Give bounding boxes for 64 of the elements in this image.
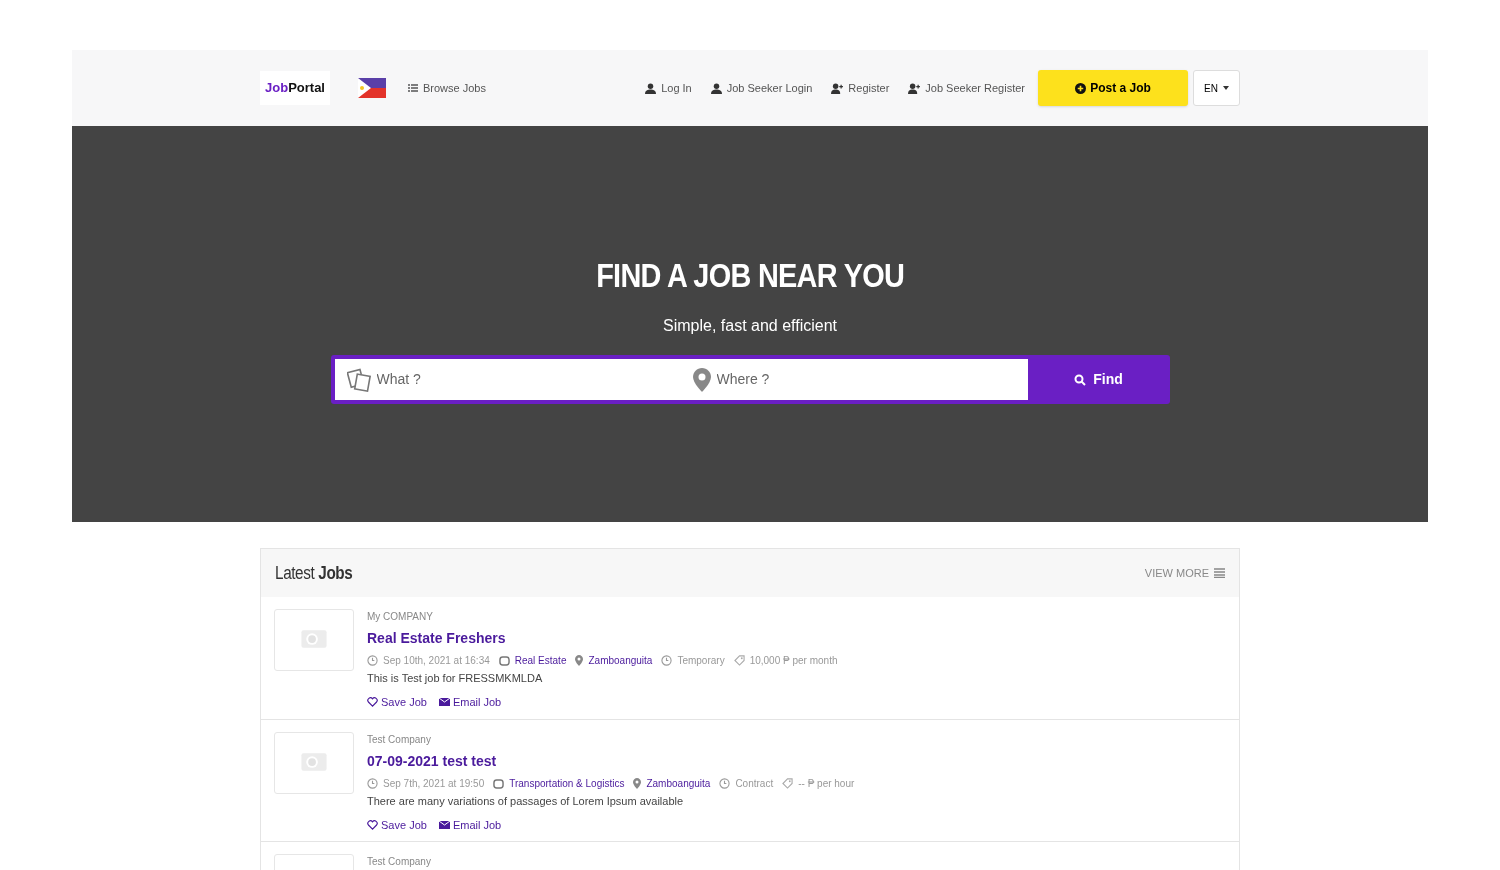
job-description: This is Test job for FRESSMKMLDA bbox=[367, 671, 544, 686]
job-date: Sep 7th, 2021 at 19:50 bbox=[383, 777, 485, 791]
save-job-link[interactable]: Save Job bbox=[367, 816, 427, 833]
browse-jobs-link[interactable]: Browse Jobs bbox=[408, 79, 486, 97]
view-more-link[interactable]: VIEW MORE bbox=[1144, 564, 1225, 582]
menu-icon bbox=[1214, 568, 1225, 578]
job-type: Temporary bbox=[677, 654, 725, 668]
what-input[interactable]: What ? bbox=[376, 369, 681, 390]
find-button[interactable]: Find bbox=[1027, 359, 1170, 400]
envelope-icon bbox=[438, 697, 450, 706]
caret-icon bbox=[1222, 86, 1229, 90]
job-location[interactable]: Zamboanguita bbox=[646, 776, 711, 791]
heart-icon bbox=[367, 819, 378, 830]
heart-icon bbox=[367, 696, 378, 707]
location-pin-icon bbox=[575, 655, 584, 666]
list-icon bbox=[408, 84, 418, 92]
post-job-button[interactable]: Post a Job bbox=[1038, 70, 1188, 106]
user-icon bbox=[710, 82, 722, 94]
hero-title: FIND A JOB NEAR YOU bbox=[596, 258, 904, 292]
job-category[interactable]: Transportation & Logistics bbox=[509, 776, 625, 791]
add-user-icon bbox=[908, 82, 921, 94]
panel-title: Latest Jobs bbox=[275, 561, 353, 585]
what-field[interactable]: What ? bbox=[334, 359, 681, 400]
job-title-link[interactable]: 07-09-2021 test test bbox=[367, 751, 859, 772]
where-field[interactable]: Where ? bbox=[680, 359, 1028, 400]
search-icon bbox=[1074, 373, 1087, 386]
where-input[interactable]: Where ? bbox=[716, 369, 1028, 390]
user-icon bbox=[645, 82, 657, 94]
envelope-icon bbox=[438, 820, 450, 829]
nav-link[interactable]: Job Seeker Register bbox=[908, 79, 1025, 97]
folder-icon bbox=[493, 778, 505, 789]
company-name: Test Company bbox=[367, 733, 432, 747]
plus-circle-icon bbox=[1075, 82, 1087, 94]
email-job-link[interactable]: Email Job bbox=[438, 693, 502, 710]
tag-icon bbox=[733, 655, 745, 666]
nav-link[interactable]: Register bbox=[831, 79, 890, 97]
email-job-link[interactable]: Email Job bbox=[438, 816, 502, 833]
logo[interactable]: JobPortal bbox=[260, 71, 330, 105]
nav-link[interactable]: Log In bbox=[645, 79, 692, 97]
job-salary: 10,000 ₱ per month bbox=[749, 654, 838, 668]
save-job-link[interactable]: Save Job bbox=[367, 693, 427, 710]
job-type: Contract bbox=[735, 777, 774, 791]
job-title-link[interactable]: Real Estate Freshers bbox=[367, 628, 842, 649]
hero-subtitle: Simple, fast and efficient bbox=[663, 316, 837, 336]
location-pin-icon bbox=[692, 367, 711, 392]
job-date: Sep 10th, 2021 at 16:34 bbox=[383, 654, 490, 668]
location-pin-icon bbox=[633, 778, 642, 789]
add-user-icon bbox=[831, 82, 844, 94]
flag-icon[interactable] bbox=[358, 78, 386, 98]
clock-icon bbox=[661, 655, 673, 666]
clock-icon bbox=[719, 778, 731, 789]
job-category[interactable]: Real Estate bbox=[514, 653, 567, 668]
tag-icon bbox=[782, 778, 794, 789]
clock-icon bbox=[367, 655, 378, 666]
clock-icon bbox=[367, 778, 378, 789]
job-location[interactable]: Zamboanguita bbox=[588, 653, 653, 668]
folder-icon bbox=[498, 655, 510, 666]
company-name: My COMPANY bbox=[367, 610, 434, 624]
company-name: Test Company bbox=[367, 855, 431, 869]
pages-icon bbox=[346, 367, 373, 392]
nav-link[interactable]: Job Seeker Login bbox=[710, 79, 813, 97]
job-description: There are many variations of passages of Lorem Ipsum available bbox=[367, 794, 685, 809]
language-dropdown[interactable]: EN bbox=[1193, 70, 1240, 106]
job-salary: -- ₱ per hour bbox=[798, 777, 855, 791]
